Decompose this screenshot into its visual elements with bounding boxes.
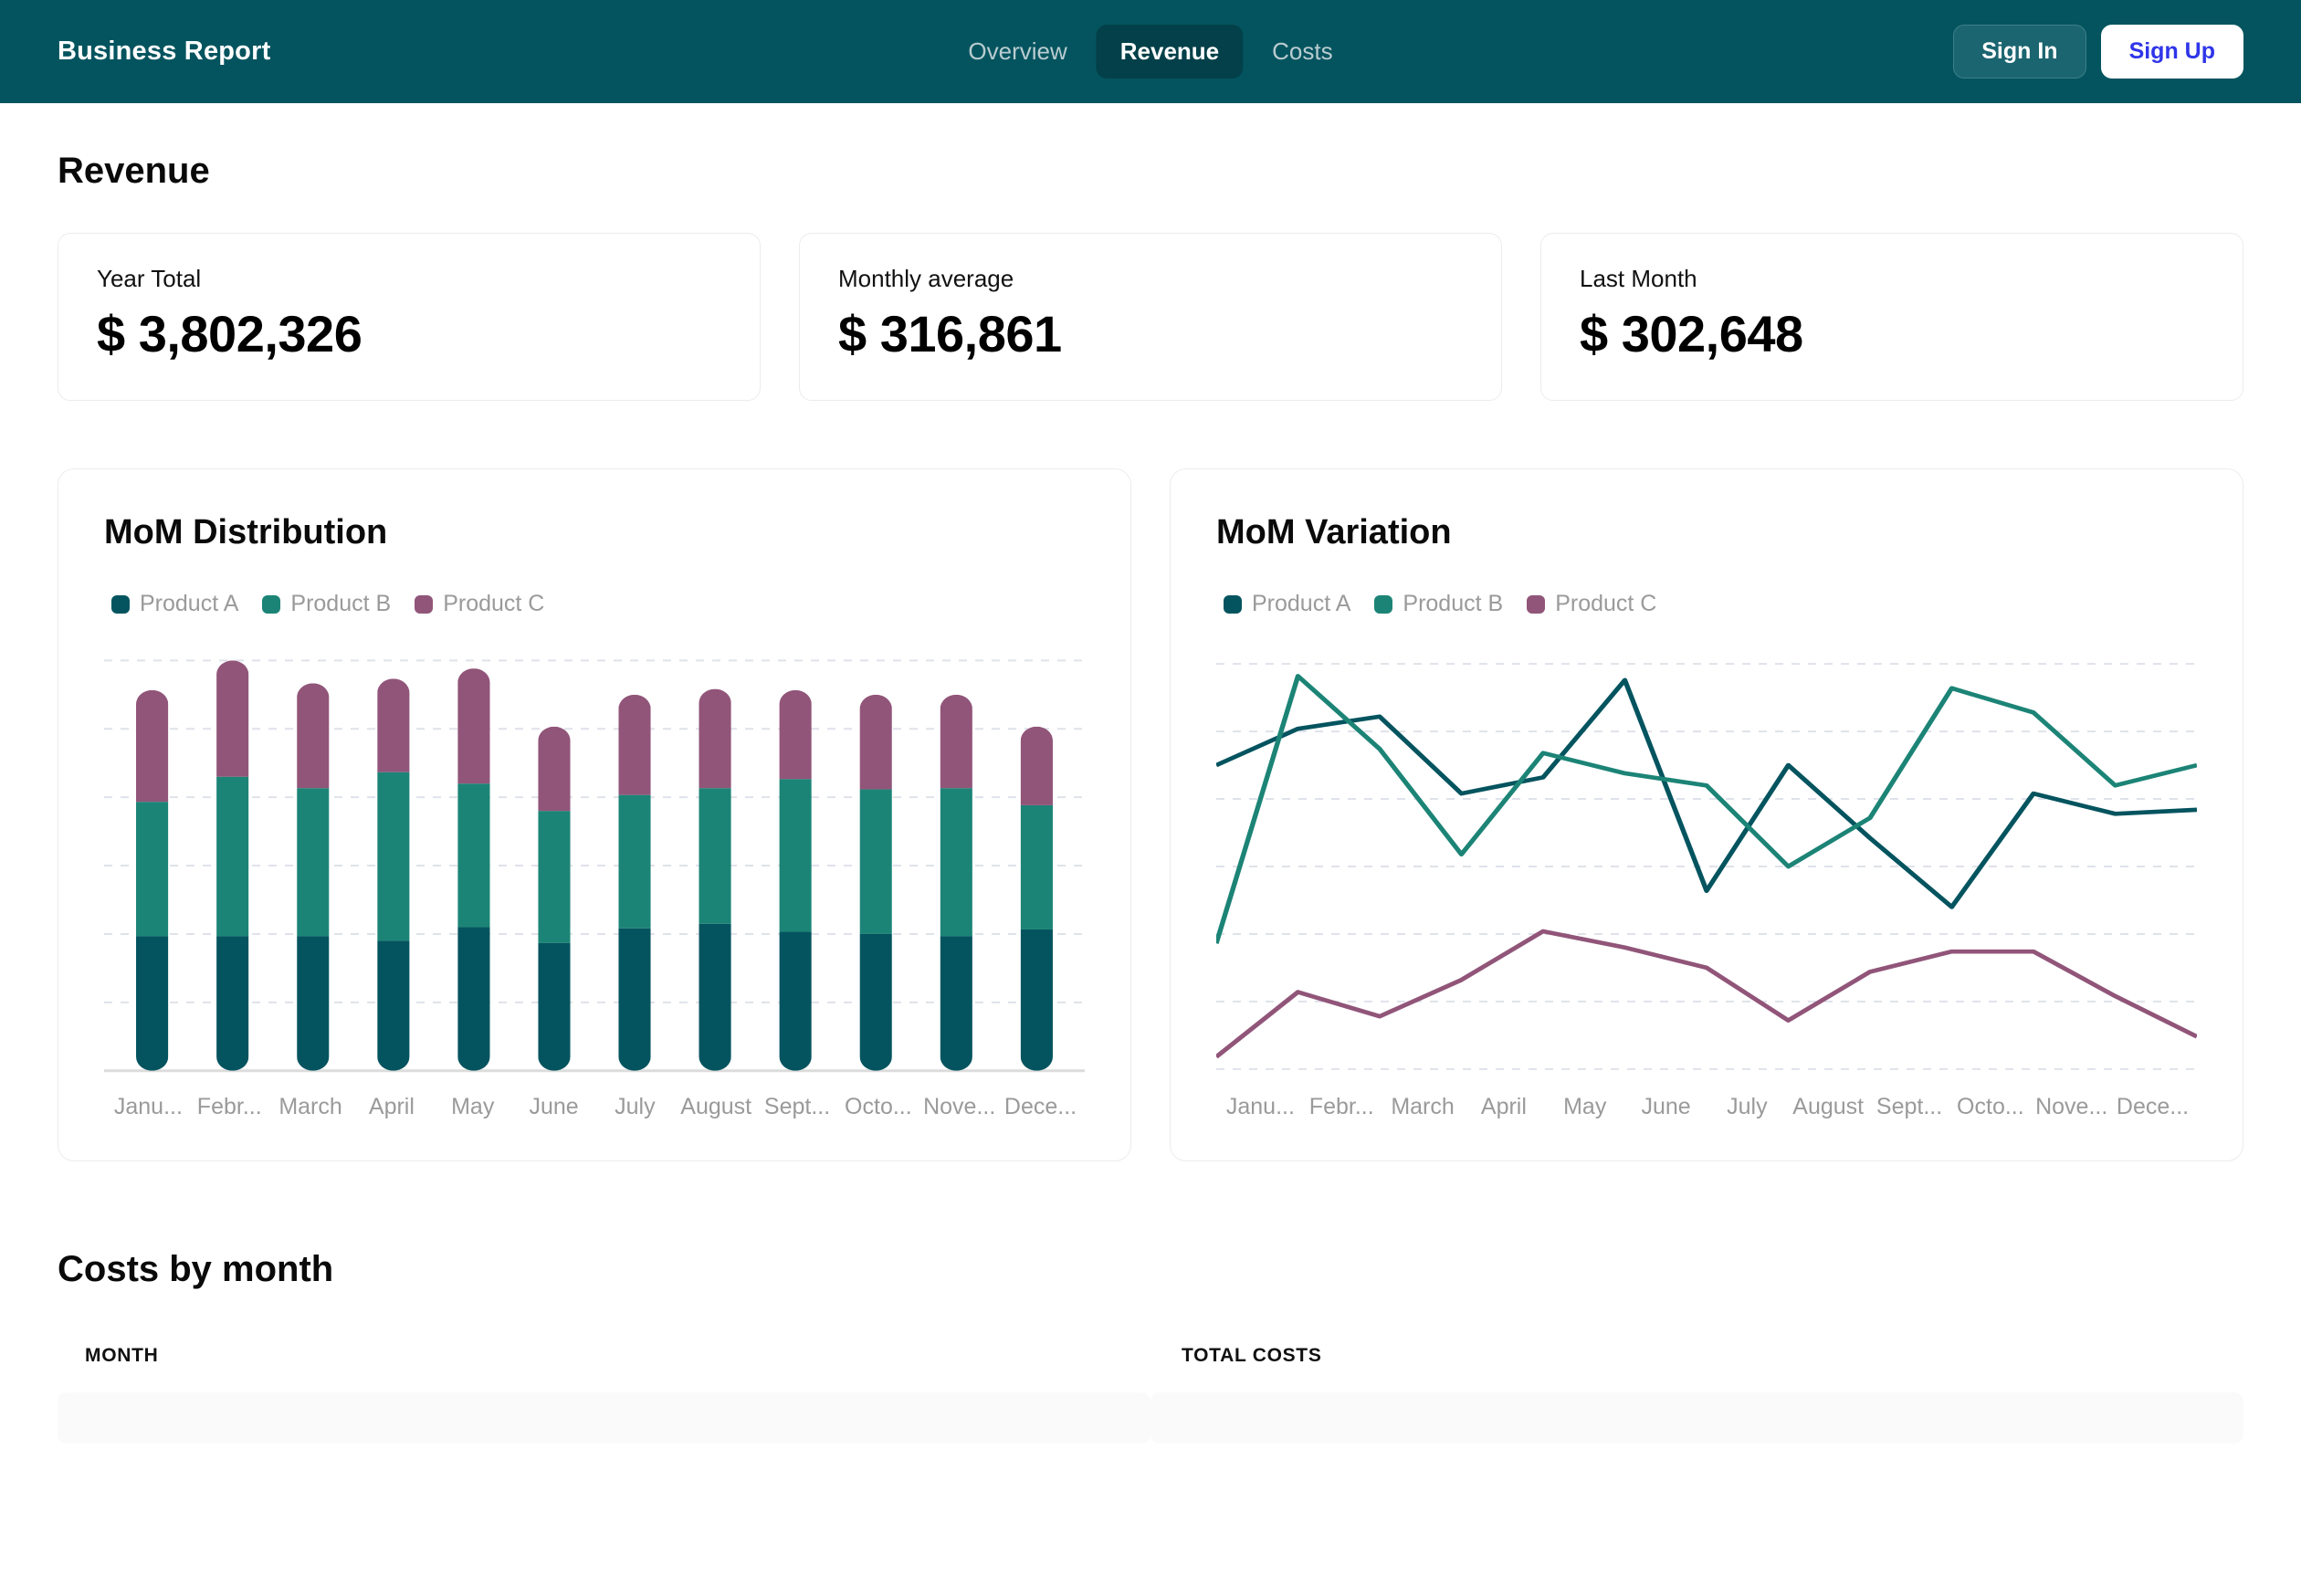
- x-axis-tick-label: August: [1792, 1094, 1865, 1119]
- x-axis-tick-label: April: [1480, 1094, 1527, 1119]
- costs-table: MONTH TOTAL COSTS: [58, 1345, 2243, 1444]
- kpi-value: $ 302,648: [1580, 305, 1803, 362]
- x-axis-tick-label: Sept...: [763, 1094, 831, 1119]
- x-axis-tick-label: Febr...: [196, 1094, 262, 1119]
- cell-month: [58, 1392, 1150, 1444]
- x-axis-tick-label: Octo...: [1957, 1094, 2024, 1119]
- sign-up-button[interactable]: Sign Up: [2100, 25, 2243, 79]
- chart-card-mom-variation: MoM Variation Product A Product B Produc…: [1170, 468, 2243, 1161]
- legend-swatch-icon: [262, 594, 281, 614]
- kpi-value: $ 316,861: [838, 305, 1062, 362]
- kpi-row: Year Total $ 3,802,326 Monthly average $…: [58, 233, 2243, 401]
- chart-legend: Product A Product B Product C: [1216, 591, 2197, 617]
- x-axis-tick-label: June: [529, 1094, 579, 1119]
- x-axis-tick-label: Dece...: [2116, 1094, 2190, 1119]
- sign-in-button[interactable]: Sign In: [1953, 25, 2086, 79]
- x-axis-tick-label: Sept...: [1875, 1094, 1943, 1119]
- legend-swatch-icon: [111, 594, 130, 614]
- top-navbar: Business Report Overview Revenue Costs S…: [0, 0, 2301, 103]
- bar-chart-svg: [104, 652, 1085, 1081]
- x-axis-tick-label: Nove...: [2035, 1094, 2108, 1119]
- kpi-label: Year Total: [97, 265, 202, 292]
- x-axis-tick-label: April: [368, 1094, 415, 1119]
- legend-label: Product C: [1555, 591, 1657, 616]
- column-header-month[interactable]: MONTH: [58, 1345, 1150, 1392]
- legend-item-product-a[interactable]: Product A: [111, 591, 238, 617]
- chart-title: MoM Variation: [1216, 513, 1452, 551]
- kpi-label: Last Month: [1580, 265, 1697, 292]
- chart-legend: Product A Product B Product C: [104, 591, 1085, 617]
- costs-table-header-row: MONTH TOTAL COSTS: [58, 1345, 2243, 1392]
- legend-swatch-icon: [1224, 594, 1242, 614]
- legend-swatch-icon: [415, 594, 434, 614]
- nav-tab-revenue[interactable]: Revenue: [1096, 25, 1244, 79]
- auth-actions: Sign In Sign Up: [1953, 25, 2243, 79]
- legend-label: Product A: [140, 591, 239, 616]
- x-axis-tick-label: Dece...: [1003, 1094, 1077, 1119]
- x-axis-tick-label: Febr...: [1308, 1094, 1374, 1119]
- legend-label: Product B: [1403, 591, 1504, 616]
- nav-tab-overview[interactable]: Overview: [944, 25, 1090, 79]
- costs-section-title: Costs by month: [58, 1249, 334, 1289]
- legend-item-product-b[interactable]: Product B: [1374, 591, 1503, 617]
- legend-swatch-icon: [1374, 594, 1393, 614]
- costs-table-head: MONTH TOTAL COSTS: [58, 1345, 2243, 1392]
- x-axis-tick-label: Octo...: [845, 1094, 912, 1119]
- line-chart-svg: [1216, 652, 2197, 1081]
- legend-label: Product B: [290, 591, 392, 616]
- column-header-total-costs[interactable]: TOTAL COSTS: [1150, 1345, 2243, 1392]
- x-axis-tick-label: March: [278, 1094, 342, 1119]
- x-axis-tick-label: July: [615, 1094, 656, 1119]
- page-title: Revenue: [58, 151, 210, 191]
- kpi-value: $ 3,802,326: [97, 305, 362, 362]
- legend-item-product-b[interactable]: Product B: [262, 591, 391, 617]
- bar-chart-plot: [104, 652, 1085, 1081]
- x-axis-tick-label: Janu...: [113, 1094, 183, 1119]
- kpi-card-year-total: Year Total $ 3,802,326: [58, 233, 761, 401]
- cell-total-costs: [1150, 1392, 2243, 1444]
- x-axis-tick-label: July: [1727, 1094, 1768, 1119]
- line-chart-plot: [1216, 652, 2197, 1081]
- table-row[interactable]: [58, 1392, 2243, 1444]
- legend-label: Product C: [443, 591, 545, 616]
- primary-nav: Overview Revenue Costs: [944, 25, 1356, 79]
- kpi-card-monthly-average: Monthly average $ 316,861: [799, 233, 1502, 401]
- legend-item-product-c[interactable]: Product C: [415, 591, 544, 617]
- x-axis-tick-label: Nove...: [923, 1094, 996, 1119]
- chart-title: MoM Distribution: [104, 513, 388, 551]
- x-axis-tick-label: May: [1563, 1094, 1607, 1119]
- legend-label: Product A: [1252, 591, 1351, 616]
- bar-chart-x-axis-labels: Janu... Febr... March April May June July Augus…: [104, 1094, 1085, 1120]
- line-chart-x-axis-labels: Janu... Febr... March April May June July Augus…: [1216, 1094, 2197, 1120]
- nav-tab-costs[interactable]: Costs: [1248, 25, 1356, 79]
- kpi-card-last-month: Last Month $ 302,648: [1540, 233, 2243, 401]
- kpi-label: Monthly average: [838, 265, 1014, 292]
- costs-table-body: [58, 1392, 2243, 1444]
- x-axis-tick-label: August: [680, 1094, 752, 1119]
- x-axis-tick-label: March: [1391, 1094, 1455, 1119]
- x-axis-tick-label: Janu...: [1225, 1094, 1295, 1119]
- x-axis-tick-label: June: [1641, 1094, 1691, 1119]
- legend-item-product-c[interactable]: Product C: [1527, 591, 1656, 617]
- page-content: Revenue Year Total $ 3,802,326 Monthly a…: [0, 151, 2301, 1444]
- legend-item-product-a[interactable]: Product A: [1224, 591, 1350, 617]
- charts-row: MoM Distribution Product A Product B Pro…: [58, 468, 2243, 1161]
- x-axis-tick-label: May: [451, 1094, 495, 1119]
- app-brand-title: Business Report: [58, 37, 271, 66]
- legend-swatch-icon: [1527, 594, 1546, 614]
- chart-card-mom-distribution: MoM Distribution Product A Product B Pro…: [58, 468, 1131, 1161]
